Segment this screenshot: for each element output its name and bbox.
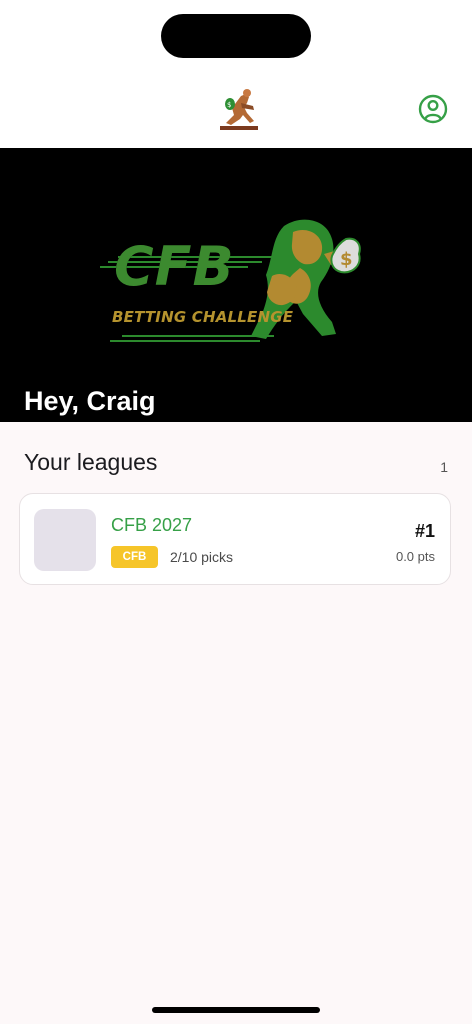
league-points: 0.0 pts	[395, 549, 435, 564]
svg-text:$: $	[227, 101, 231, 109]
top-navigation-bar: $	[0, 72, 472, 148]
user-circle-icon	[418, 94, 448, 124]
greeting-text: Hey, Craig	[24, 386, 156, 416]
profile-button[interactable]	[417, 93, 449, 125]
leagues-header: Your leagues 1	[24, 449, 448, 481]
home-indicator	[152, 1007, 320, 1013]
leagues-count: 1	[440, 459, 448, 475]
dynamic-island	[161, 14, 311, 58]
league-name: CFB 2027	[111, 515, 193, 535]
football-player-trophy-icon: $	[220, 89, 258, 130]
leagues-title: Your leagues	[24, 449, 158, 475]
hero-logo-text: CFB	[114, 235, 235, 298]
league-thumbnail	[34, 509, 96, 571]
hero-logo-currency-symbol: $	[340, 249, 353, 270]
league-picks: 2/10 picks	[170, 549, 234, 565]
league-rank: #1	[414, 521, 435, 541]
league-card[interactable]: CFB 2027 CFB 2/10 picks #1 0.0 pts	[19, 493, 451, 585]
hero-banner: $ CFB BETTING CHALLENGE Hey, Craig	[0, 148, 472, 422]
hero-logo-subtitle: BETTING CHALLENGE	[112, 308, 294, 326]
status-bar	[0, 0, 472, 72]
league-tag: CFB	[111, 546, 158, 568]
